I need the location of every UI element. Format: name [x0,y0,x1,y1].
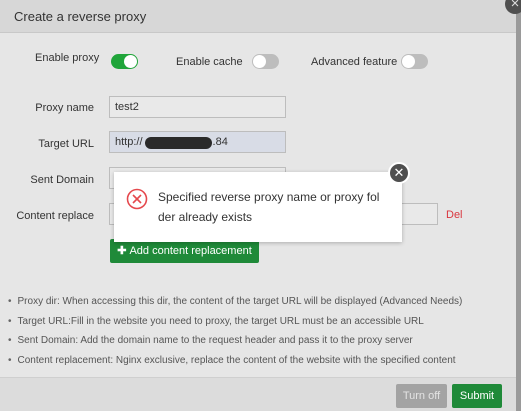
error-message: Specified reverse proxy name or proxy fo… [158,187,388,227]
advanced-feature-label: Advanced feature [311,56,398,68]
enable-proxy-label: Enable proxy [35,52,100,64]
help-note: Proxy dir: When accessing this dir, the … [8,292,508,312]
error-popup: Specified reverse proxy name or proxy fo… [114,172,402,242]
error-circle-icon [126,188,148,210]
help-note: Sent Domain: Add the domain name to the … [8,331,508,351]
close-icon[interactable]: ✕ [388,162,410,184]
target-url-label: Target URL [38,138,94,150]
content-replace-label: Content replace [16,210,94,222]
delete-link[interactable]: Del [446,209,463,221]
add-content-replacement-button[interactable]: ✚ Add content replacement [110,239,259,263]
add-button-label: Add content replacement [129,245,252,257]
help-note: Content replacement: Nginx exclusive, re… [8,351,508,371]
window-edge [516,0,521,411]
dialog-title: Create a reverse proxy [14,9,147,24]
proxy-name-value: test2 [115,101,139,113]
dialog-titlebar: Create a reverse proxy [0,0,516,33]
enable-cache-toggle[interactable] [252,54,279,69]
turn-off-button[interactable]: Turn off [396,384,447,408]
sent-domain-label: Sent Domain [30,174,94,186]
submit-button[interactable]: Submit [452,384,502,408]
redacted-scribble [145,137,212,149]
advanced-feature-toggle[interactable] [401,54,428,69]
enable-proxy-toggle[interactable] [111,54,138,69]
proxy-name-label: Proxy name [35,102,94,114]
error-message-line1: Specified reverse proxy name or proxy fo… [158,190,380,204]
target-url-suffix: .84 [212,136,228,148]
target-url-prefix: http:// [115,136,143,148]
plus-icon: ✚ [117,245,127,257]
proxy-name-input[interactable]: test2 [109,96,286,118]
enable-cache-label: Enable cache [176,56,243,68]
help-note: Target URL:Fill in the website you need … [8,312,508,332]
error-message-line2: der already exists [158,210,253,224]
help-notes: Proxy dir: When accessing this dir, the … [8,292,508,370]
